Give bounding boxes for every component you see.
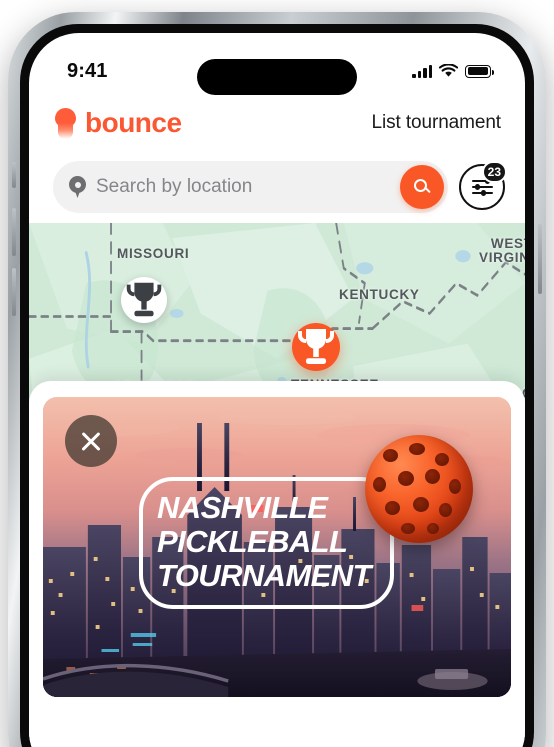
promo-close-button[interactable] bbox=[65, 415, 117, 467]
promo-title-line-2: PICKLEBALL bbox=[157, 524, 348, 559]
promo-title-line-3: TOURNAMENT bbox=[157, 558, 371, 593]
volume-down-button[interactable] bbox=[12, 268, 16, 316]
volume-up-button[interactable] bbox=[12, 208, 16, 256]
map-marker-tennessee-selected[interactable] bbox=[292, 323, 340, 371]
trophy-icon bbox=[126, 282, 162, 317]
battery-icon bbox=[465, 64, 494, 78]
trophy-icon bbox=[298, 329, 334, 364]
silent-switch[interactable] bbox=[12, 162, 16, 188]
pickleball-icon bbox=[365, 435, 473, 543]
search-icon bbox=[413, 178, 431, 196]
close-x-icon bbox=[79, 429, 103, 453]
wifi-icon bbox=[439, 64, 458, 77]
dynamic-island bbox=[197, 59, 357, 95]
map-label-west-virginia: WESTVIRGINIA bbox=[479, 236, 525, 265]
filter-button[interactable]: 23 bbox=[459, 161, 507, 210]
app-header: bounce List tournament bbox=[29, 95, 525, 151]
bounce-ball-icon bbox=[55, 107, 76, 139]
bottom-sheet: NASHVILLE PICKLEBALL TOURNAMENT bbox=[29, 381, 525, 747]
cellular-signal-icon bbox=[412, 64, 432, 78]
brand-name: bounce bbox=[85, 107, 182, 138]
status-bar-indicators bbox=[412, 64, 494, 78]
promo-title-line-1: NASHVILLE bbox=[157, 490, 328, 525]
status-bar-time: 9:41 bbox=[67, 59, 108, 82]
search-row: 23 bbox=[29, 151, 525, 223]
location-pin-icon bbox=[69, 176, 86, 198]
promo-title-frame: NASHVILLE PICKLEBALL TOURNAMENT bbox=[139, 477, 394, 609]
phone-bezel: 9:41 bounce List tournament Search by lo… bbox=[20, 24, 534, 747]
screenshot-root: 9:41 bounce List tournament Search by lo… bbox=[0, 0, 554, 747]
search-box[interactable] bbox=[53, 161, 448, 213]
power-button[interactable] bbox=[538, 224, 542, 294]
map-label-kentucky: KENTUCKY bbox=[339, 287, 420, 302]
promo-card[interactable]: NASHVILLE PICKLEBALL TOURNAMENT bbox=[43, 397, 511, 697]
filter-badge-count: 23 bbox=[481, 161, 507, 183]
map-label-missouri: MISSOURI bbox=[117, 246, 190, 261]
search-input[interactable] bbox=[96, 176, 390, 198]
list-tournament-button[interactable]: List tournament bbox=[372, 112, 502, 134]
brand-logo[interactable]: bounce bbox=[55, 107, 182, 139]
phone-screen: 9:41 bounce List tournament Search by lo… bbox=[29, 33, 525, 747]
map-marker-missouri[interactable] bbox=[121, 277, 167, 323]
phone-frame: 9:41 bounce List tournament Search by lo… bbox=[8, 12, 546, 747]
search-submit-button[interactable] bbox=[400, 165, 444, 209]
